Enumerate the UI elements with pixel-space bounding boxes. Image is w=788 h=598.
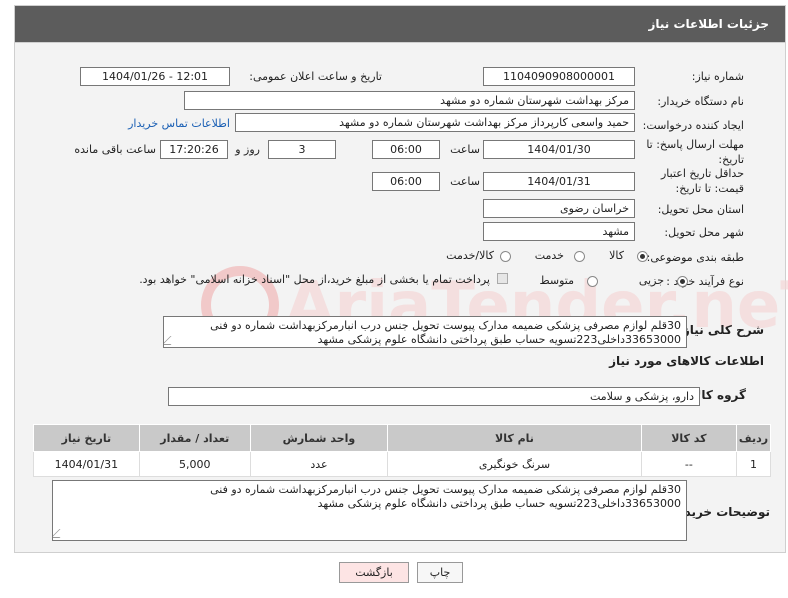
print-button[interactable]: چاپ: [417, 562, 463, 583]
cell-unit: عدد: [249, 451, 389, 477]
buyer-org-label: نام دستگاه خریدار:: [657, 95, 744, 108]
category-radio-goods[interactable]: [637, 251, 648, 262]
process-option-minor: جزیی: [638, 274, 664, 287]
col-goods-code: کد کالا: [640, 424, 737, 452]
cell-goods-name: سرنگ خونگیری: [387, 451, 642, 477]
buyer-notes-text: 30قلم لوازم مصرفی پزشکی ضمیمه مدارک پیوس…: [52, 480, 687, 541]
process-radio-minor[interactable]: [677, 276, 688, 287]
col-need-date: تاریخ نیاز: [33, 424, 140, 452]
col-unit: واحد شمارش: [249, 424, 389, 452]
announce-datetime-field: 1404/01/26 - 12:01: [80, 67, 230, 86]
delivery-city-label: شهر محل تحویل:: [664, 226, 744, 239]
buyer-contact-link[interactable]: اطلاعات تماس خریدار: [128, 117, 230, 130]
cell-quantity: 5,000: [138, 451, 251, 477]
days-and-label: روز و: [235, 143, 260, 156]
reply-time-label: ساعت: [450, 143, 480, 156]
cell-goods-code: --: [640, 451, 737, 477]
buyer-org-field: مرکز بهداشت شهرستان شماره دو مشهد: [184, 91, 635, 110]
table-header-row: ردیف کد کالا نام کالا واحد شمارش تعداد /…: [33, 424, 772, 452]
remaining-time-label: ساعت باقی مانده: [74, 143, 156, 156]
creator-field: حمید واسعی کارپرداز مرکز بهداشت شهرستان …: [235, 113, 635, 132]
province-field: خراسان رضوی: [483, 199, 635, 218]
notes-line-2: 33653000داخلی223تسویه حساب طبق پرداختی د…: [317, 497, 681, 510]
category-label: طبقه بندی موضوعی:: [646, 251, 744, 264]
remaining-time-field: 17:20:26: [160, 140, 228, 159]
notes-resize-grip-icon[interactable]: [53, 529, 69, 538]
delivery-province-label: استان محل تحویل:: [657, 203, 744, 216]
need-number-field: 1104090908000001: [483, 67, 635, 86]
validity-time-field: 06:00: [372, 172, 440, 191]
city-field: مشهد: [483, 222, 635, 241]
treasury-payment-checkbox[interactable]: [497, 273, 508, 284]
announce-datetime-label: تاریخ و ساعت اعلان عمومی:: [249, 70, 382, 83]
treasury-payment-note: پرداخت تمام یا بخشی از مبلغ خرید،از محل …: [139, 273, 490, 286]
table-row: 1 -- سرنگ خونگیری عدد 5,000 1404/01/31: [33, 451, 772, 477]
description-line-1: 30قلم لوازم مصرفی پزشکی ضمیمه مدارک پیوس…: [210, 319, 681, 332]
goods-group-field: دارو، پزشکی و سلامت: [168, 387, 700, 406]
category-radio-service[interactable]: [574, 251, 585, 262]
need-number-label: شماره نیاز:: [691, 70, 744, 83]
category-option-goods-service: کالا/خدمت: [446, 249, 494, 262]
goods-table: ردیف کد کالا نام کالا واحد شمارش تعداد /…: [33, 424, 772, 477]
reply-deadline-label: مهلت ارسال پاسخ: تا تاریخ:: [646, 138, 744, 166]
general-description-label: شرح کلی نیاز:: [678, 323, 764, 337]
description-line-2: 33653000داخلی223تسویه حساب طبق پرداختی د…: [317, 333, 681, 346]
reply-days-field: 3: [268, 140, 336, 159]
validity-time-label: ساعت: [450, 175, 480, 188]
notes-line-1: 30قلم لوازم مصرفی پزشکی ضمیمه مدارک پیوس…: [210, 483, 681, 496]
category-option-goods: کالا: [609, 249, 624, 262]
goods-info-heading: اطلاعات کالاهای مورد نیاز: [609, 354, 764, 368]
col-goods-name: نام کالا: [387, 424, 642, 452]
process-radio-medium[interactable]: [587, 276, 598, 287]
validity-date-field: 1404/01/31: [483, 172, 635, 191]
cell-row-number: 1: [735, 451, 772, 477]
process-option-medium: متوسط: [539, 274, 574, 287]
reply-date-field: 1404/01/30: [483, 140, 635, 159]
creator-label: ایجاد کننده درخواست:: [642, 119, 744, 132]
category-radio-goods-service[interactable]: [500, 251, 511, 262]
panel-header: جزئیات اطلاعات نیاز: [14, 5, 786, 43]
back-button[interactable]: بازگشت: [339, 562, 409, 583]
col-quantity: تعداد / مقدار: [138, 424, 251, 452]
general-description-text: 30قلم لوازم مصرفی پزشکی ضمیمه مدارک پیوس…: [163, 316, 687, 348]
price-validity-label: حداقل تاریخ اعتبار قیمت: تا تاریخ:: [660, 167, 744, 195]
cell-need-date: 1404/01/31: [33, 451, 140, 477]
col-row-number: ردیف: [735, 424, 772, 452]
panel-title: جزئیات اطلاعات نیاز: [648, 17, 769, 31]
reply-time-field: 06:00: [372, 140, 440, 159]
category-option-service: خدمت: [534, 249, 564, 262]
